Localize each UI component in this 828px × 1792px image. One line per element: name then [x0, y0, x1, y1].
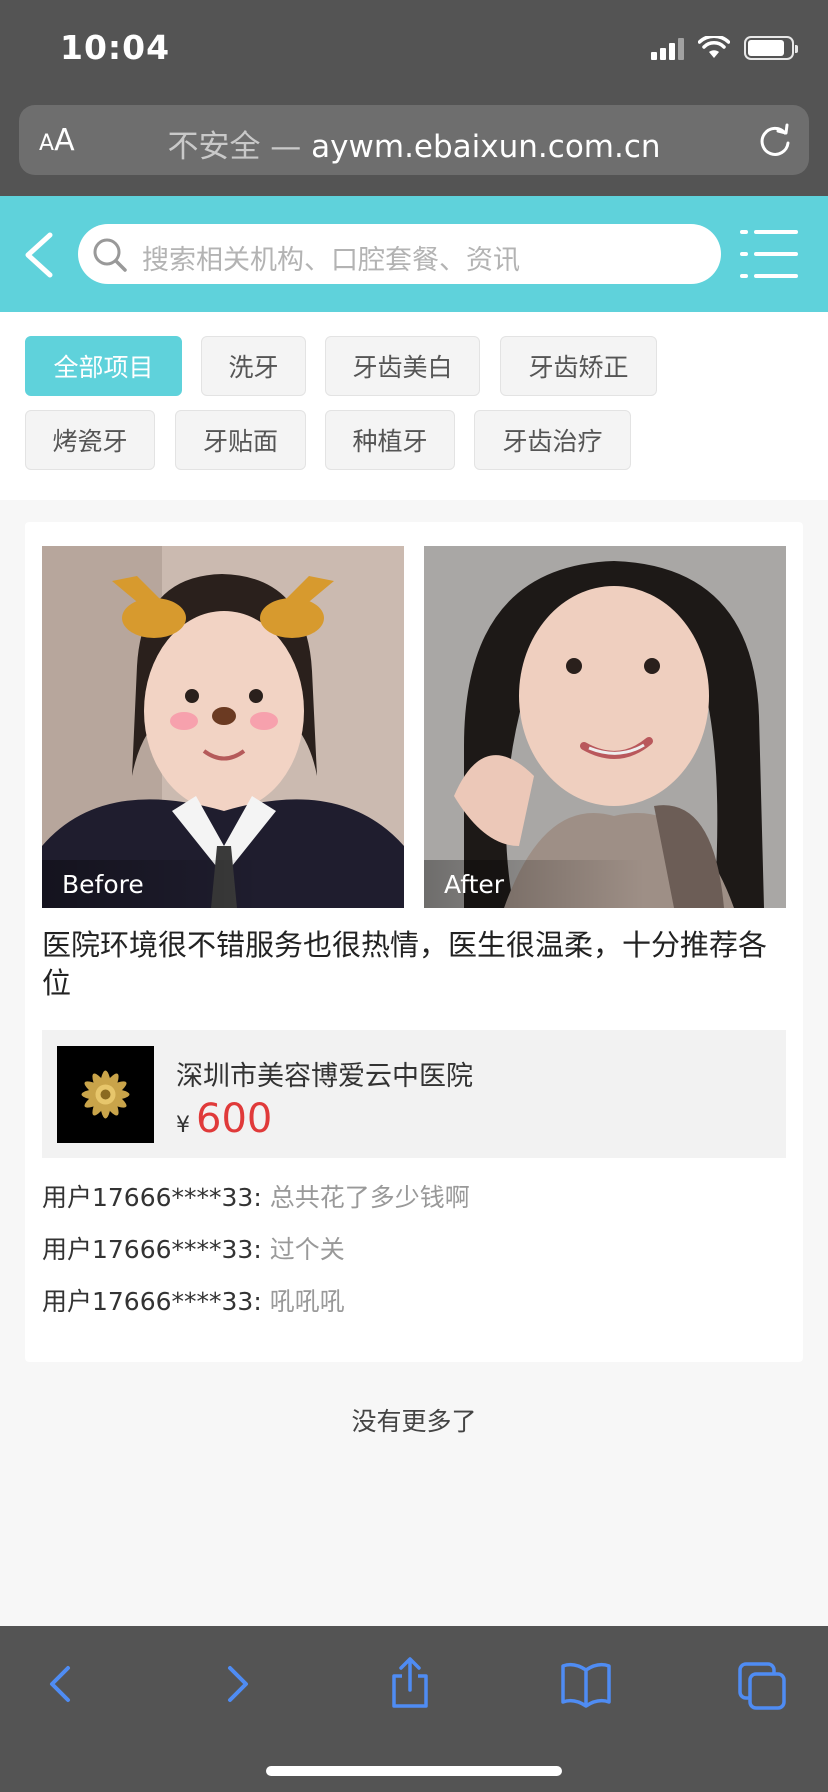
domain-label: aywm.ebaixun.com.cn	[311, 129, 661, 165]
signal-icon	[651, 36, 684, 60]
insecure-label: 不安全 —	[167, 129, 302, 165]
back-icon[interactable]	[22, 232, 56, 278]
address-bar[interactable]: AA 不安全 — aywm.ebaixun.com.cn	[19, 105, 809, 175]
search-input[interactable]: 搜索相关机构、口腔套餐、资讯	[78, 224, 721, 284]
clinic-info[interactable]: 深圳市美容博爱云中医院 ¥600	[42, 1030, 786, 1158]
currency-symbol: ¥	[176, 1113, 190, 1138]
comment-item: 用户17666****33: 吼吼吼	[42, 1282, 345, 1318]
comment-user: 用户17666****33:	[42, 1287, 262, 1316]
comment-user: 用户17666****33:	[42, 1183, 262, 1212]
status-time: 10:04	[60, 28, 171, 67]
comment-text: 吼吼吼	[269, 1287, 345, 1316]
category-filter: 全部项目 洗牙 牙齿美白 牙齿矫正 烤瓷牙 牙贴面 种植牙 牙齿治疗	[0, 312, 828, 500]
category-chip-orthodontics[interactable]: 牙齿矫正	[500, 336, 657, 396]
home-indicator	[266, 1766, 562, 1776]
comment-text: 过个关	[269, 1235, 345, 1264]
share-icon[interactable]	[388, 1656, 432, 1712]
category-chip-porcelain[interactable]: 烤瓷牙	[25, 410, 155, 470]
comment-item: 用户17666****33: 总共花了多少钱啊	[42, 1178, 470, 1214]
category-chip-whitening[interactable]: 牙齿美白	[325, 336, 480, 396]
category-chip-cleaning[interactable]: 洗牙	[201, 336, 306, 396]
before-image	[42, 546, 404, 908]
browser-back-icon[interactable]	[40, 1656, 80, 1712]
reload-icon[interactable]	[757, 121, 793, 159]
category-chip-veneer[interactable]: 牙贴面	[175, 410, 306, 470]
clinic-name: 深圳市美容博爱云中医院	[176, 1061, 473, 1092]
menu-icon[interactable]	[740, 228, 798, 280]
after-label: After	[424, 860, 644, 908]
search-placeholder: 搜索相关机构、口腔套餐、资讯	[142, 245, 520, 276]
site-header: 搜索相关机构、口腔套餐、资讯	[0, 196, 828, 312]
price-value: 600	[196, 1096, 273, 1142]
comment-text: 总共花了多少钱啊	[269, 1183, 470, 1212]
comment-user: 用户17666****33:	[42, 1235, 262, 1264]
review-text: 医院环境很不错服务也很热情，医生很温柔，十分推荐各位	[42, 928, 768, 1000]
search-icon	[93, 238, 127, 272]
after-image	[424, 546, 786, 908]
before-label: Before	[42, 860, 262, 908]
clinic-logo	[57, 1046, 154, 1143]
battery-icon	[744, 36, 798, 60]
before-photo[interactable]: Before	[42, 546, 404, 908]
url-text[interactable]: 不安全 — aywm.ebaixun.com.cn	[19, 121, 809, 166]
wifi-icon	[698, 36, 730, 58]
after-photo[interactable]: After	[424, 546, 786, 908]
no-more-label: 没有更多了	[351, 1407, 477, 1436]
comment-item: 用户17666****33: 过个关	[42, 1230, 345, 1266]
category-chip-implant[interactable]: 种植牙	[325, 410, 455, 470]
status-bar: 10:04	[0, 0, 828, 98]
bookmarks-icon[interactable]	[560, 1656, 612, 1712]
clinic-price: ¥600	[176, 1096, 272, 1142]
tabs-icon[interactable]	[736, 1656, 788, 1712]
category-chip-treatment[interactable]: 牙齿治疗	[474, 410, 631, 470]
category-chip-all[interactable]: 全部项目	[25, 336, 182, 396]
status-icons	[651, 36, 798, 60]
case-card[interactable]: Before After 医院环境很不错服务也很热情，医生很温柔，十分推荐各位	[25, 522, 803, 1362]
browser-forward-icon[interactable]	[218, 1656, 258, 1712]
browser-address-area: AA 不安全 — aywm.ebaixun.com.cn	[0, 98, 828, 196]
